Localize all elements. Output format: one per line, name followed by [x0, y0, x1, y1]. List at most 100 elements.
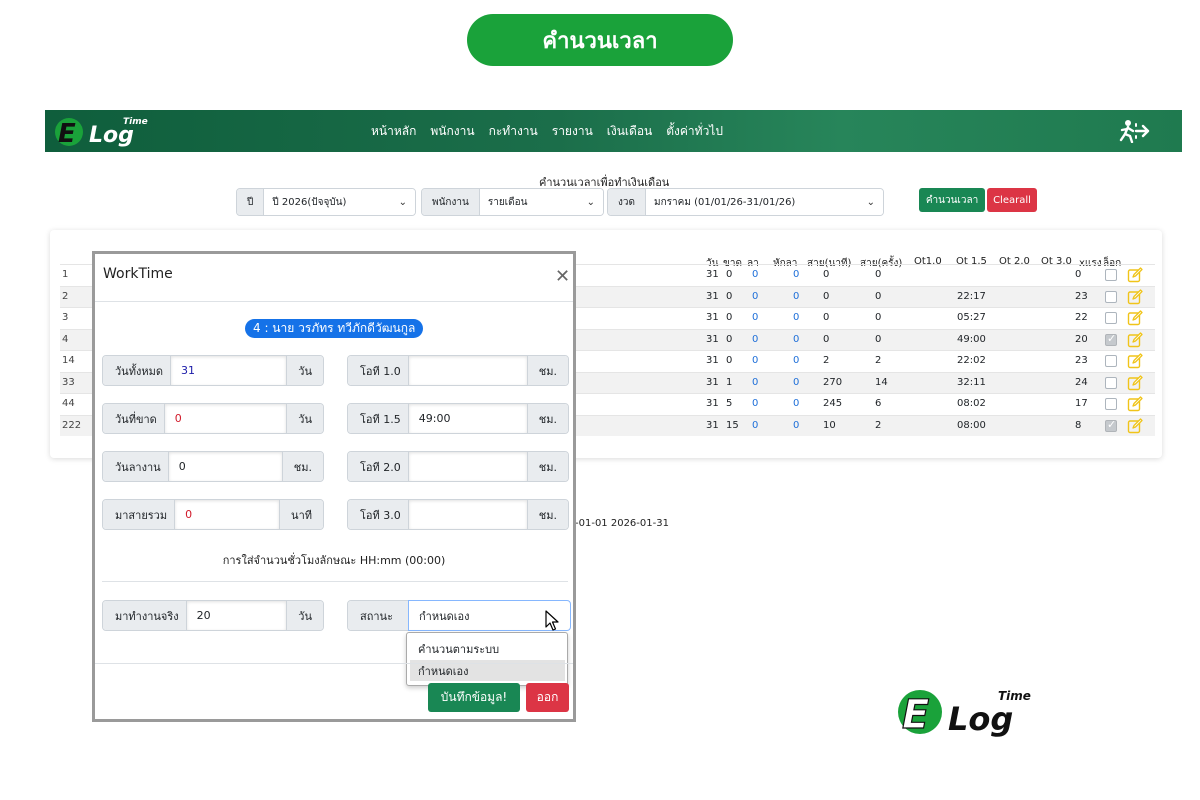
status-option-auto[interactable]: คำนวนตามระบบ: [410, 638, 565, 659]
ot10-label: โอที 1.0: [348, 356, 409, 385]
absent-days-label: วันที่ขาด: [103, 404, 165, 433]
row-deduct: 0: [793, 376, 800, 388]
row-late-min: 0: [823, 290, 830, 302]
actual-work-label: มาทำงานจริง: [103, 601, 187, 630]
lock-checkbox[interactable]: [1105, 312, 1117, 324]
row-deduct: 0: [793, 355, 800, 366]
absent-days-input[interactable]: 0: [164, 404, 287, 433]
leave-days-unit: ชม.: [281, 452, 323, 481]
row-deduct: 0: [793, 312, 800, 323]
row-days: 31: [706, 376, 719, 388]
calculate-button[interactable]: คำนวนเวลา: [919, 188, 985, 212]
modal-footer-divider: [95, 663, 573, 664]
row-days: 31: [706, 355, 719, 366]
lock-checkbox[interactable]: [1105, 398, 1117, 410]
ot30-label: โอที 3.0: [348, 500, 409, 529]
edit-icon[interactable]: [1127, 310, 1143, 326]
leave-days-label: วันลางาน: [103, 452, 169, 481]
nav-item-home[interactable]: หน้าหลัก: [371, 122, 416, 141]
clear-all-button[interactable]: Clearall: [987, 188, 1037, 212]
ot10-input[interactable]: [408, 356, 527, 385]
row-late-count: 14: [875, 376, 888, 388]
exit-icon[interactable]: [1119, 119, 1151, 143]
nav-item-reports[interactable]: รายงาน: [552, 122, 593, 141]
row-id: 3: [62, 312, 69, 323]
worktime-modal: WorkTime ✕ 4 : นาย วรภัทร ทวีภักดีวัฒนกู…: [92, 251, 576, 722]
ot20-label: โอที 2.0: [348, 452, 409, 481]
elog-logo[interactable]: E Log Time: [53, 114, 153, 148]
row-workdays: 23: [1075, 355, 1088, 366]
row-workdays: 17: [1075, 398, 1088, 409]
close-icon[interactable]: ✕: [555, 266, 570, 287]
lock-checkbox[interactable]: [1105, 355, 1117, 367]
elog-footer-logo: E Log Time: [898, 689, 1031, 738]
leave-days-input[interactable]: 0: [168, 452, 282, 481]
status-label-box: สถานะ: [347, 600, 409, 631]
period-label: งวด: [608, 189, 646, 215]
row-leave: 0: [752, 419, 759, 431]
row-late-count: 0: [875, 290, 882, 302]
ot15-label: โอที 1.5: [348, 404, 409, 433]
employee-label: พนักงาน: [422, 189, 480, 215]
row-id: 44: [62, 398, 75, 409]
row-days: 31: [706, 398, 719, 409]
chevron-down-icon: ⌄: [586, 196, 595, 208]
year-label: ปี: [237, 189, 265, 215]
lock-checkbox[interactable]: [1105, 269, 1117, 281]
row-ot15: 08:02: [957, 398, 986, 409]
row-late-min: 0: [823, 333, 830, 345]
ot20-input[interactable]: [408, 452, 527, 481]
nav-item-settings[interactable]: ตั้งค่าทั่วไป: [666, 122, 723, 141]
late-total-input[interactable]: 0: [175, 500, 280, 529]
row-id: 4: [62, 333, 69, 345]
actual-work-unit: วัน: [286, 601, 323, 630]
row-absent: 0: [726, 290, 733, 302]
row-late-min: 2: [823, 355, 830, 366]
nav-item-salary[interactable]: เงินเดือน: [607, 122, 652, 141]
year-filter: ปี ปี 2026(ปัจจุบัน) ⌄: [236, 188, 416, 216]
year-select[interactable]: ปี 2026(ปัจจุบัน) ⌄: [264, 189, 415, 215]
lock-checkbox[interactable]: [1105, 290, 1117, 303]
period-select[interactable]: มกราคม (01/01/26-31/01/26) ⌄: [646, 189, 883, 215]
save-button[interactable]: บันทึกข้อมูล!: [428, 683, 520, 712]
leave-days-group: วันลางาน 0 ชม.: [102, 451, 324, 482]
row-deduct: 0: [793, 290, 800, 302]
exit-button[interactable]: ออก: [526, 683, 569, 712]
ot30-unit: ชม.: [526, 500, 568, 529]
ot30-input[interactable]: [408, 500, 527, 529]
nav-item-employees[interactable]: พนักงาน: [430, 122, 474, 141]
row-late-count: 6: [875, 398, 882, 409]
edit-icon[interactable]: [1127, 288, 1143, 305]
row-days: 31: [706, 312, 719, 323]
nav-item-shifts[interactable]: กะทำงาน: [489, 122, 538, 141]
lock-checkbox[interactable]: [1105, 332, 1117, 346]
late-total-unit: นาที: [279, 500, 323, 529]
row-deduct: 0: [793, 398, 800, 409]
row-days: 31: [706, 290, 719, 302]
actual-work-input[interactable]: 20: [186, 601, 287, 630]
row-leave: 0: [752, 333, 759, 345]
edit-icon[interactable]: [1127, 417, 1143, 434]
ot10-group: โอที 1.0 ชม.: [347, 355, 569, 386]
late-total-label: มาสายรวม: [103, 500, 176, 529]
edit-icon[interactable]: [1127, 331, 1143, 348]
edit-icon[interactable]: [1127, 353, 1143, 369]
period-filter: งวด มกราคม (01/01/26-31/01/26) ⌄: [607, 188, 884, 216]
edit-icon[interactable]: [1127, 396, 1143, 412]
row-days: 31: [706, 269, 719, 280]
row-deduct: 0: [793, 269, 800, 280]
nav-menu: หน้าหลัก พนักงาน กะทำงาน รายงาน เงินเดือ…: [371, 122, 723, 141]
edit-icon[interactable]: [1127, 374, 1143, 391]
row-workdays: 22: [1075, 312, 1088, 323]
row-workdays: 23: [1075, 290, 1088, 302]
row-id: 222: [62, 419, 82, 431]
chevron-down-icon: ⌄: [866, 196, 875, 208]
edit-icon[interactable]: [1127, 267, 1143, 283]
ot15-input[interactable]: 49:00: [408, 404, 527, 433]
row-late-min: 245: [823, 398, 843, 409]
lock-checkbox[interactable]: [1105, 376, 1117, 389]
row-late-count: 0: [875, 312, 882, 323]
total-days-input[interactable]: 31: [170, 356, 287, 385]
lock-checkbox[interactable]: [1105, 418, 1117, 432]
employee-select[interactable]: รายเดือน ⌄: [479, 189, 603, 215]
